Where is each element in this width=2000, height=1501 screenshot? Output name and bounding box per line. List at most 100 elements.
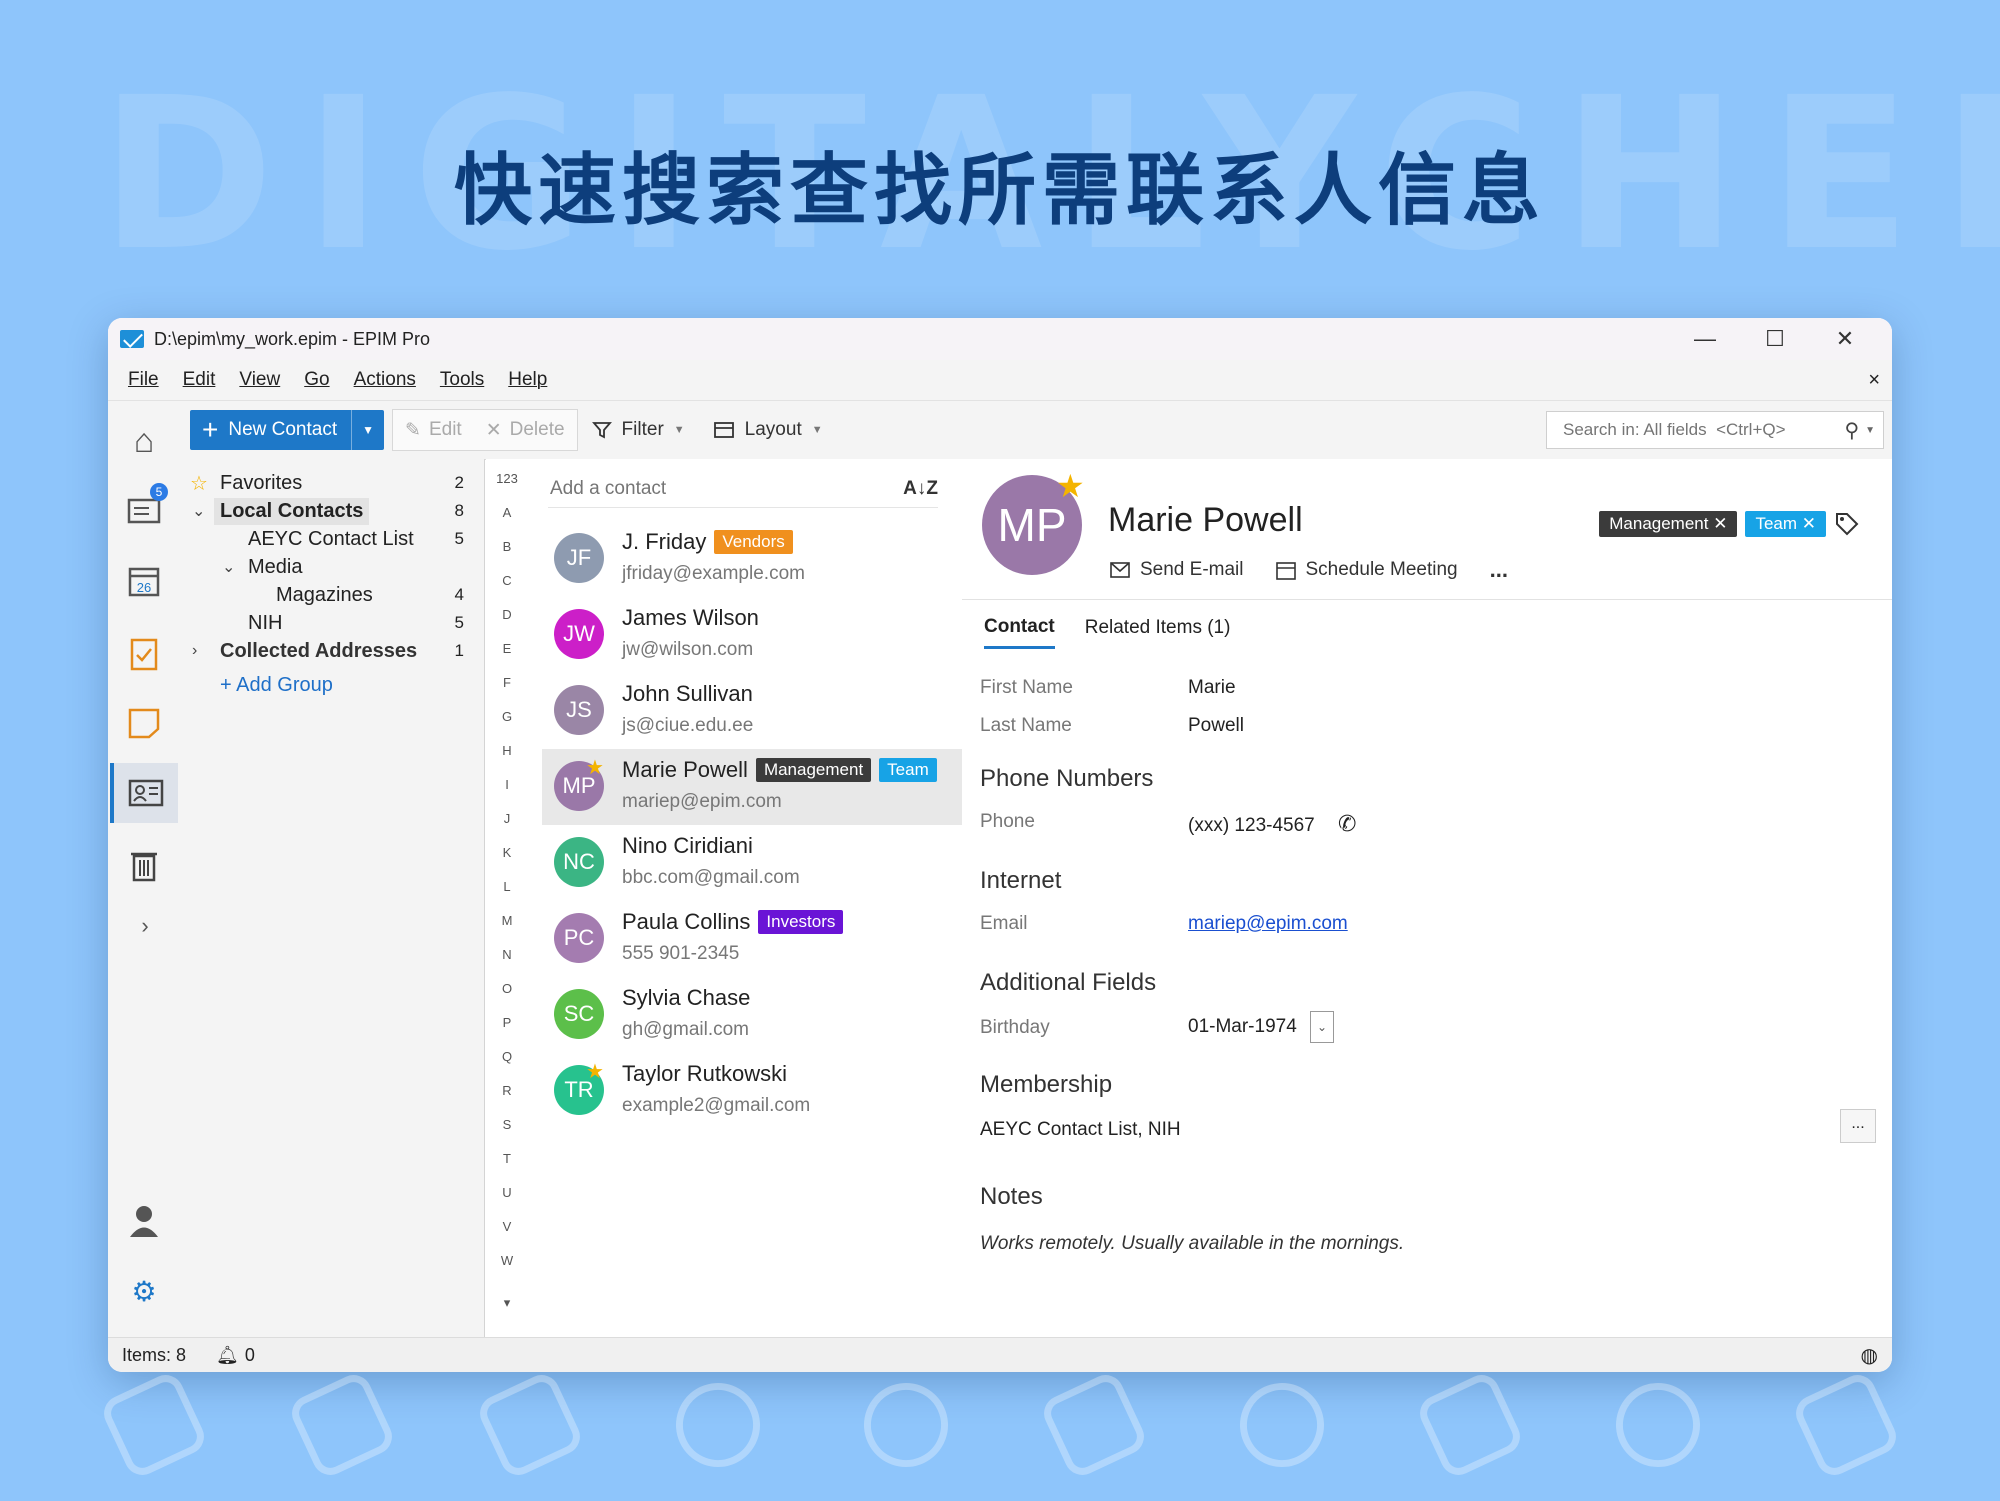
alpha-index-item[interactable]: H <box>486 743 528 758</box>
contact-name: Marie Powell <box>1108 501 1303 539</box>
filter-button[interactable]: Filter ▼ <box>578 419 699 441</box>
alpha-index-item[interactable]: 123 <box>486 471 528 486</box>
notes-text[interactable]: Works remotely. Usually available in the… <box>980 1233 1404 1255</box>
alpha-index-item[interactable]: T <box>486 1151 528 1166</box>
new-contact-button[interactable]: + New Contact ▼ <box>190 410 385 450</box>
contact-row[interactable]: MP ★ Marie Powell Management Team mariep@epim… <box>542 749 962 825</box>
alpha-scroll-down-icon[interactable]: ▾ <box>486 1295 528 1311</box>
minimize-button[interactable]: — <box>1670 326 1740 352</box>
favorite-star-icon[interactable]: ★ <box>1056 467 1085 505</box>
email-link[interactable]: mariep@epim.com <box>1188 913 1348 935</box>
add-group-link[interactable]: + Add Group <box>180 669 484 701</box>
alpha-index-item[interactable]: M <box>486 913 528 928</box>
notes-icon[interactable] <box>114 693 174 753</box>
tag-icon[interactable] <box>1834 511 1860 537</box>
search-input[interactable] <box>1561 419 1839 441</box>
alpha-index-item[interactable]: F <box>486 675 528 690</box>
first-name-value[interactable]: Marie <box>1188 677 1236 699</box>
alpha-index-item[interactable]: I <box>486 777 528 792</box>
alpha-index-item[interactable]: B <box>486 539 528 554</box>
alpha-index-item[interactable]: O <box>486 981 528 996</box>
sort-az-icon[interactable]: A↓Z <box>903 478 938 500</box>
folder-collected-addresses[interactable]: › Collected Addresses 1 <box>180 635 484 667</box>
menu-tools[interactable]: Tools <box>428 369 496 391</box>
phone-call-icon[interactable]: ✆ <box>1338 811 1356 836</box>
menu-edit[interactable]: Edit <box>171 369 228 391</box>
delete-button[interactable]: ✕ Delete <box>474 419 577 442</box>
more-actions-button[interactable]: ... <box>1490 557 1508 583</box>
alpha-index-item[interactable]: L <box>486 879 528 894</box>
expand-sidebar-icon[interactable]: › <box>130 896 160 956</box>
chevron-right-icon[interactable]: › <box>192 642 197 660</box>
contact-row[interactable]: PC Paula Collins Investors 555 901-2345 <box>542 901 962 977</box>
menu-go[interactable]: Go <box>292 369 341 391</box>
alpha-index-item[interactable]: A <box>486 505 528 520</box>
contact-row[interactable]: SC Sylvia Chase gh@gmail.com <box>542 977 962 1053</box>
alpha-index-item[interactable]: N <box>486 947 528 962</box>
schedule-meeting-label: Schedule Meeting <box>1305 559 1458 580</box>
trash-icon[interactable] <box>114 835 174 895</box>
menu-view[interactable]: View <box>227 369 292 391</box>
alpha-index-item[interactable]: Q <box>486 1049 528 1064</box>
deco-icon <box>98 1369 210 1481</box>
maximize-button[interactable]: ☐ <box>1740 326 1810 352</box>
search-options-icon[interactable]: ▼ <box>1865 425 1883 436</box>
alpha-index-item[interactable]: D <box>486 607 528 622</box>
account-icon[interactable] <box>114 1191 174 1251</box>
edit-button[interactable]: ✎ Edit <box>393 419 474 442</box>
contact-row[interactable]: JW James Wilson jw@wilson.com <box>542 597 962 673</box>
tab-contact[interactable]: Contact <box>984 608 1055 649</box>
calendar-icon[interactable]: 26 <box>114 551 174 611</box>
birthday-value[interactable]: 01-Mar-1974 <box>1188 1016 1297 1037</box>
layout-button[interactable]: Layout ▼ <box>699 419 837 441</box>
alpha-index-item[interactable]: S <box>486 1117 528 1132</box>
menu-help[interactable]: Help <box>496 369 559 391</box>
schedule-meeting-button[interactable]: Schedule Meeting <box>1275 559 1458 581</box>
tab-related-items[interactable]: Related Items (1) <box>1085 609 1231 647</box>
tag-team[interactable]: Team ✕ <box>1745 511 1826 537</box>
alpha-index-item[interactable]: R <box>486 1083 528 1098</box>
phone-number[interactable]: (xxx) 123-4567 <box>1188 815 1315 836</box>
contact-name: Marie Powell <box>622 757 748 782</box>
folder-count: 2 <box>454 473 464 492</box>
alpha-index-item[interactable]: C <box>486 573 528 588</box>
alpha-index-item[interactable]: V <box>486 1219 528 1234</box>
chevron-down-icon[interactable]: ⌄ <box>192 501 205 521</box>
settings-gear-icon[interactable]: ⚙ <box>114 1261 174 1321</box>
globe-icon[interactable]: ◍ <box>1861 1343 1878 1368</box>
bell-icon[interactable]: 🔔︎ <box>216 1345 239 1366</box>
contact-tags: Management ✕ Team ✕ <box>1599 511 1860 537</box>
contact-row[interactable]: JS John Sullivan js@ciue.edu.ee <box>542 673 962 749</box>
menu-file[interactable]: File <box>116 369 171 391</box>
contact-row[interactable]: NC Nino Ciridiani bbc.com@gmail.com <box>542 825 962 901</box>
chevron-down-icon[interactable]: ⌄ <box>222 557 235 577</box>
contact-name: John Sullivan <box>622 681 753 706</box>
add-contact-input[interactable] <box>548 477 904 501</box>
send-email-button[interactable]: Send E-mail <box>1110 559 1244 581</box>
contact-row[interactable]: JF J. Friday Vendors jfriday@example.com <box>542 521 962 597</box>
alpha-index-item[interactable]: J <box>486 811 528 826</box>
membership-more-button[interactable]: ... <box>1840 1109 1876 1143</box>
search-icon[interactable]: ⚲ <box>1838 418 1865 443</box>
home-icon[interactable]: ⌂ <box>114 411 174 471</box>
last-name-value[interactable]: Powell <box>1188 715 1244 737</box>
tag-management[interactable]: Management ✕ <box>1599 511 1738 537</box>
close-menu-button[interactable]: × <box>1868 369 1884 392</box>
contact-name: James Wilson <box>622 605 759 630</box>
alpha-index-item[interactable]: U <box>486 1185 528 1200</box>
tasks-icon[interactable] <box>114 623 174 683</box>
contact-subtext: bbc.com@gmail.com <box>622 867 800 888</box>
contacts-icon[interactable] <box>110 763 178 823</box>
alpha-index-item[interactable]: P <box>486 1015 528 1030</box>
alpha-index-item[interactable]: E <box>486 641 528 656</box>
new-contact-dropdown[interactable]: ▼ <box>351 410 384 450</box>
alpha-index-item[interactable]: K <box>486 845 528 860</box>
alpha-index-item[interactable]: G <box>486 709 528 724</box>
close-window-button[interactable]: ✕ <box>1810 326 1880 352</box>
edit-label: Edit <box>428 419 462 440</box>
birthday-dropdown-icon[interactable]: ⌄ <box>1310 1011 1335 1043</box>
menu-actions[interactable]: Actions <box>342 369 428 391</box>
mail-icon[interactable]: 5 <box>114 481 174 541</box>
contact-row[interactable]: TR ★ Taylor Rutkowski example2@gmail.com <box>542 1053 962 1129</box>
alpha-index-item[interactable]: W <box>486 1253 528 1268</box>
